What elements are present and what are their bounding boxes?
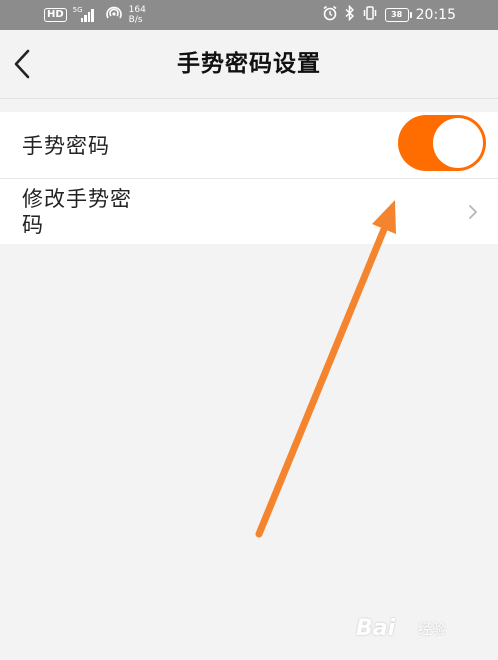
watermark-brand: Bai [356,616,396,641]
watermark: Bai 经验 [356,612,476,646]
watermark-sub: 经验 [418,622,446,638]
annotation-arrow [255,200,396,538]
